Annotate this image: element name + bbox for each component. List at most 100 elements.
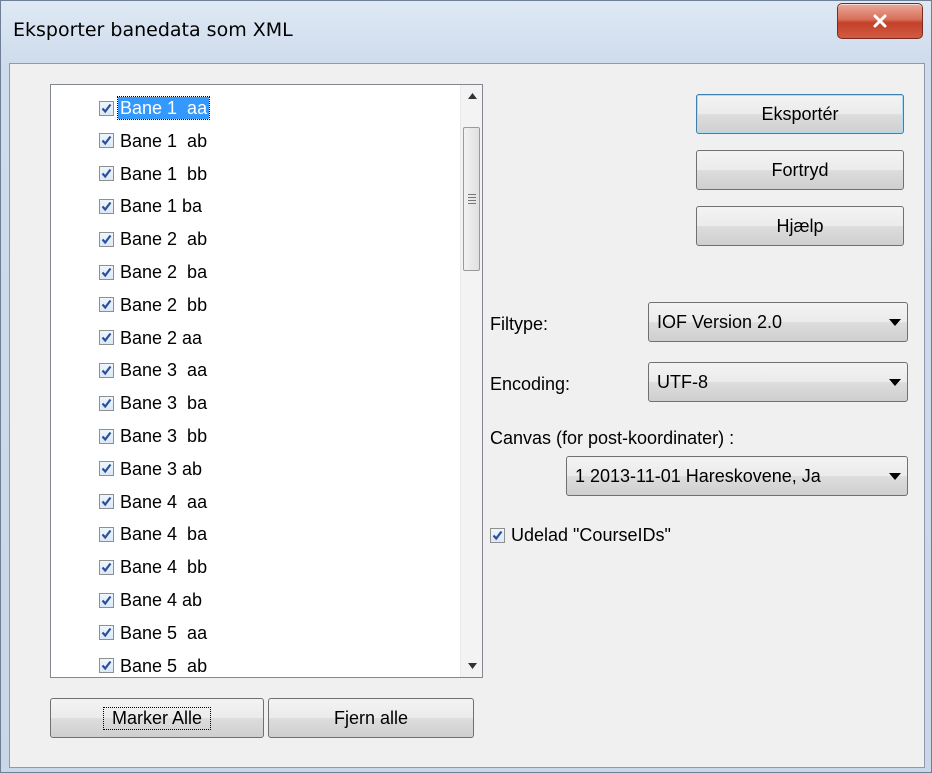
help-button[interactable]: Hjælp [696, 206, 904, 246]
course-label: Bane 4 ba [120, 524, 208, 545]
course-checkbox[interactable] [99, 625, 114, 641]
course-label: Bane 2 ba [120, 262, 208, 282]
course-label: Bane 5 aa [120, 622, 208, 643]
course-checkbox[interactable] [99, 100, 114, 116]
encoding-select[interactable]: UTF-8 [648, 362, 908, 402]
omit-course-ids-checkbox[interactable] [490, 527, 505, 543]
checkmark-icon [101, 595, 112, 605]
checkmark-icon [101, 431, 112, 441]
course-list-item[interactable]: Bane 1 aa [99, 93, 211, 123]
course-label: Bane 1 bb [120, 163, 208, 184]
course-list-item[interactable]: Bane 1 ab [99, 126, 209, 156]
checkmark-icon [101, 562, 112, 572]
course-checkbox[interactable] [99, 231, 114, 247]
remove-all-button[interactable]: Fjern alle [268, 698, 474, 738]
omit-course-ids-option[interactable]: Udelad "CourseIDs" [490, 524, 673, 546]
select-all-label: Marker Alle [102, 706, 212, 730]
checkmark-icon [101, 365, 112, 376]
course-checkbox[interactable] [99, 592, 114, 608]
course-list-item[interactable]: Bane 2 ba [99, 257, 209, 287]
course-checkbox[interactable] [99, 297, 114, 313]
course-list-item[interactable]: Bane 4 bb [99, 552, 209, 582]
checkmark-icon [101, 628, 112, 638]
course-label: Bane 1 ab [120, 130, 208, 151]
course-checkbox[interactable] [99, 395, 114, 411]
course-list-item[interactable]: Bane 3 bb [99, 421, 209, 451]
cancel-button[interactable]: Fortryd [696, 150, 904, 190]
checkmark-icon [101, 267, 112, 277]
course-list-item[interactable]: Bane 3 ba [99, 388, 209, 418]
course-checkbox[interactable] [99, 264, 114, 280]
export-button[interactable]: Eksportér [696, 94, 904, 134]
course-label: Bane 4 aa [120, 491, 208, 512]
course-list-item[interactable]: Bane 2 ab [99, 224, 209, 254]
course-label: Bane 2 aa [120, 327, 203, 348]
course-label: Bane 1 ba [120, 196, 203, 217]
filetype-value: IOF Version 2.0 [657, 311, 783, 332]
course-list-item[interactable]: Bane 4 ba [99, 519, 209, 549]
course-label: Bane 3 aa [120, 360, 208, 381]
course-list-item[interactable]: Bane 1 bb [99, 159, 209, 189]
course-list-item[interactable]: Bane 1 ba [99, 191, 204, 221]
dialog-body: Bane 1 aa Bane 1 ab Bane 1 bb Bane 1 ba Bane… [9, 63, 925, 768]
course-checkbox[interactable] [99, 428, 114, 444]
encoding-label: Encoding: [490, 374, 571, 394]
filetype-select[interactable]: IOF Version 2.0 [648, 302, 908, 342]
checkmark-icon [101, 201, 112, 212]
checkmark-icon [101, 136, 112, 146]
close-button[interactable] [837, 3, 923, 39]
course-label: Bane 3 ba [120, 393, 208, 414]
course-list-item[interactable]: Bane 4 ab [99, 585, 204, 615]
course-checkbox[interactable] [99, 559, 114, 575]
scroll-down-icon [467, 663, 477, 669]
checkmark-icon [101, 168, 112, 179]
course-list-item[interactable]: Bane 4 aa [99, 487, 209, 517]
course-list-item[interactable]: Bane 5 aa [99, 618, 209, 648]
checkmark-icon [101, 464, 112, 474]
select-all-button[interactable]: Marker Alle [50, 698, 264, 738]
canvas-value: 1 2013-11-01 Hareskovene, Ja [575, 465, 821, 486]
course-checkbox[interactable] [99, 526, 114, 542]
checkmark-icon [101, 398, 112, 408]
course-label: Bane 3 ab [120, 458, 203, 479]
course-checkbox[interactable] [99, 494, 114, 510]
omit-course-ids-label: Udelad "CourseIDs" [511, 525, 671, 545]
course-checkbox[interactable] [99, 658, 114, 674]
course-label: Bane 4 ab [120, 590, 203, 610]
checkmark-icon [492, 530, 503, 540]
course-checkbox[interactable] [99, 198, 114, 214]
checkmark-icon [101, 300, 112, 310]
dropdown-arrow-icon [883, 472, 907, 480]
export-dialog: Eksporter banedata som XML Bane 1 aa Bane… [0, 0, 932, 773]
list-scrollbar[interactable] [460, 85, 482, 677]
course-list[interactable]: Bane 1 aa Bane 1 ab Bane 1 bb Bane 1 ba Bane… [50, 84, 483, 678]
canvas-label: Canvas (for post-koordinater) : [490, 428, 735, 448]
course-list-item[interactable]: Bane 3 ab [99, 454, 204, 484]
checkmark-icon [101, 103, 112, 113]
course-list-item[interactable]: Bane 5 ab [99, 651, 209, 677]
course-label: Bane 3 bb [120, 426, 208, 446]
course-label: Bane 5 ab [120, 655, 208, 676]
course-checkbox[interactable] [99, 330, 114, 346]
canvas-select[interactable]: 1 2013-11-01 Hareskovene, Ja [566, 456, 908, 496]
checkmark-icon [101, 496, 112, 507]
scroll-up-button[interactable] [461, 85, 482, 107]
course-checkbox[interactable] [99, 362, 114, 378]
filetype-label: Filtype: [490, 314, 549, 334]
close-icon [873, 14, 887, 28]
course-checkbox[interactable] [99, 133, 114, 149]
dialog-title: Eksporter banedata som XML [13, 19, 293, 41]
scroll-grip-icon [468, 194, 476, 206]
course-checkbox[interactable] [99, 166, 114, 182]
checkmark-icon [101, 660, 112, 671]
scroll-thumb[interactable] [463, 127, 480, 271]
scroll-up-icon [467, 93, 477, 99]
scroll-down-button[interactable] [461, 655, 482, 677]
course-list-item[interactable]: Bane 3 aa [99, 355, 209, 385]
title-bar[interactable]: Eksporter banedata som XML [1, 1, 931, 63]
course-label: Bane 2 ab [120, 229, 208, 250]
course-list-item[interactable]: Bane 2 bb [99, 290, 209, 320]
course-list-item[interactable]: Bane 2 aa [99, 323, 204, 353]
course-checkbox[interactable] [99, 461, 114, 477]
course-label: Bane 2 bb [120, 294, 208, 315]
